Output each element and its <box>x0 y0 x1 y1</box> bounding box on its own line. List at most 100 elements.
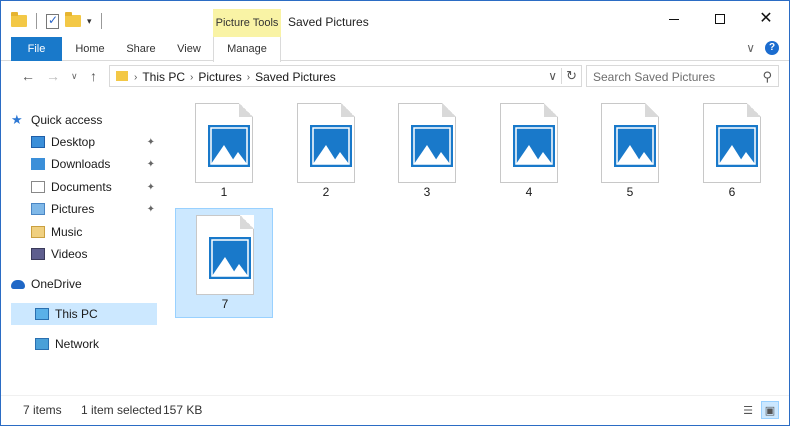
chevron-right-icon[interactable]: › <box>134 72 137 83</box>
file-item[interactable]: 4 <box>480 97 578 207</box>
picture-icon <box>513 125 555 167</box>
image-file-icon <box>196 215 254 295</box>
sidebar-item-label: Downloads <box>51 157 111 171</box>
customize-toolbar-icon[interactable]: ▾ <box>87 16 92 27</box>
sidebar-item-this-pc[interactable]: This PC <box>11 303 157 325</box>
network-icon <box>35 338 49 350</box>
breadcrumb-saved-pictures[interactable]: Saved Pictures <box>255 70 336 84</box>
item-count: 7 items <box>23 403 62 417</box>
forward-arrow-icon[interactable]: → <box>46 68 60 84</box>
recent-locations-icon[interactable]: ∨ <box>71 71 78 82</box>
sidebar-item-pictures[interactable]: Pictures ✦ <box>31 198 157 220</box>
address-bar[interactable]: › This PC › Pictures › Saved Pictures ∨ … <box>109 65 582 87</box>
up-arrow-icon[interactable]: ↑ <box>90 68 97 84</box>
image-file-icon <box>398 103 456 183</box>
page-fold <box>442 103 456 117</box>
downloads-icon <box>31 158 45 170</box>
chevron-down-icon[interactable]: ∨ <box>548 69 557 83</box>
picture-tools-header: Picture Tools <box>213 9 281 37</box>
tab-manage[interactable]: Manage <box>213 37 281 62</box>
sidebar-item-music[interactable]: Music <box>31 221 157 243</box>
pin-icon[interactable]: ✦ <box>147 159 155 170</box>
file-item[interactable]: 1 <box>175 97 273 207</box>
refresh-icon[interactable]: ↻ <box>561 68 577 84</box>
ribbon-controls: ∨ ? <box>746 41 779 55</box>
back-arrow-icon[interactable]: ← <box>21 68 35 84</box>
large-icons-view-icon[interactable]: ▣ <box>761 401 779 419</box>
toolbar-separator <box>100 13 102 29</box>
folder-icon <box>116 71 128 81</box>
sidebar-item-documents[interactable]: Documents ✦ <box>31 176 157 198</box>
star-icon: ★ <box>11 112 23 127</box>
selection-size: 157 KB <box>163 403 203 417</box>
chevron-right-icon[interactable]: › <box>190 72 193 83</box>
page-fold <box>747 103 761 117</box>
chevron-right-icon[interactable]: › <box>247 72 250 83</box>
picture-icon <box>209 237 251 279</box>
pictures-icon <box>31 203 45 215</box>
window-title: Saved Pictures <box>288 15 369 29</box>
file-item[interactable]: 5 <box>581 97 679 207</box>
tab-view[interactable]: View <box>171 37 207 61</box>
tab-home[interactable]: Home <box>67 37 113 61</box>
maximize-button[interactable] <box>697 1 743 37</box>
desktop-icon <box>31 136 45 148</box>
search-placeholder: Search Saved Pictures <box>593 70 716 84</box>
search-icon[interactable]: ⚲ <box>762 69 772 85</box>
maximize-icon <box>715 14 725 24</box>
pin-icon[interactable]: ✦ <box>147 182 155 193</box>
image-file-icon <box>500 103 558 183</box>
breadcrumb-pictures[interactable]: Pictures <box>198 70 241 84</box>
sidebar-item-label: This PC <box>55 307 98 321</box>
file-name: 6 <box>728 185 736 199</box>
picture-icon <box>411 125 453 167</box>
pin-icon[interactable]: ✦ <box>147 137 155 148</box>
minimize-button[interactable] <box>651 1 697 37</box>
minimize-icon <box>669 18 679 20</box>
navigation-pane: ★ Quick access Desktop ✦ Downloads ✦ Doc… <box>1 97 161 393</box>
page-fold <box>645 103 659 117</box>
folder-icon <box>11 12 27 27</box>
sidebar-item-label: Network <box>55 337 100 351</box>
picture-icon <box>208 125 250 167</box>
status-bar: 7 items 1 item selected 157 KB ☰ ▣ <box>1 395 789 425</box>
file-item[interactable]: 2 <box>277 97 375 207</box>
sidebar-item-videos[interactable]: Videos <box>31 243 157 265</box>
picture-icon <box>310 125 352 167</box>
file-item[interactable]: 3 <box>378 97 476 207</box>
file-item[interactable]: 6 <box>683 97 781 207</box>
selection-count: 1 item selected <box>81 403 162 417</box>
cloud-icon <box>11 279 25 289</box>
tab-file[interactable]: File <box>11 37 62 61</box>
search-input[interactable]: Search Saved Pictures ⚲ <box>586 65 779 87</box>
pin-icon[interactable]: ✦ <box>147 204 155 215</box>
toolbar-separator <box>36 13 37 29</box>
expand-ribbon-icon[interactable]: ∨ <box>746 41 755 55</box>
documents-icon <box>31 181 45 193</box>
help-icon[interactable]: ? <box>765 41 779 55</box>
tab-share[interactable]: Share <box>119 37 163 61</box>
sidebar-item-desktop[interactable]: Desktop ✦ <box>31 131 157 153</box>
sidebar-item-label: Videos <box>51 247 88 261</box>
details-view-icon[interactable]: ☰ <box>739 401 757 419</box>
page-fold <box>341 103 355 117</box>
file-name: 2 <box>322 185 330 199</box>
page-fold <box>544 103 558 117</box>
file-name: 5 <box>626 185 634 199</box>
picture-icon <box>614 125 656 167</box>
breadcrumb-this-pc[interactable]: This PC <box>142 70 185 84</box>
close-button[interactable]: ✕ <box>743 1 789 37</box>
sidebar-item-label: Quick access <box>31 113 103 127</box>
file-item[interactable]: 7 <box>175 208 273 318</box>
sidebar-item-network[interactable]: Network <box>11 333 157 355</box>
close-icon: ✕ <box>759 10 773 27</box>
sidebar-item-downloads[interactable]: Downloads ✦ <box>31 153 157 175</box>
page-fold <box>240 215 254 229</box>
sidebar-item-onedrive[interactable]: OneDrive <box>11 273 157 295</box>
properties-icon[interactable] <box>46 13 59 29</box>
sidebar-item-label: Pictures <box>51 202 95 216</box>
sidebar-item-label: Desktop <box>51 135 96 149</box>
sidebar-item-quick-access[interactable]: ★ Quick access <box>11 109 157 131</box>
new-folder-icon[interactable] <box>65 12 81 27</box>
file-name: 1 <box>220 185 228 199</box>
